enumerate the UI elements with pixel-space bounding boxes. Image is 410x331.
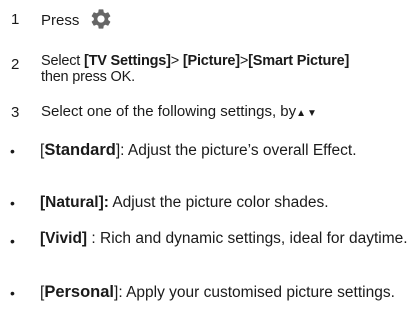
- option-desc: : Adjust the picture’s overall Effect.: [120, 142, 357, 159]
- bullet-marker: •: [10, 233, 15, 249]
- step-number: 2: [11, 56, 20, 73]
- step-number: 3: [11, 104, 20, 121]
- press-label: Press: [41, 12, 80, 29]
- bullet-marker: •: [10, 195, 15, 211]
- step-text: Select [TV Settings]> [Picture]>[Smart P…: [41, 53, 350, 85]
- option-text: [Vivid] : Rich and dynamic settings, ide…: [40, 229, 408, 248]
- menu-smart-picture: [Smart Picture]: [248, 53, 350, 69]
- option-term: [Vivid]: [40, 230, 88, 247]
- bullet-marker: •: [10, 143, 15, 159]
- option-desc: Adjust the picture color shades.: [108, 194, 329, 211]
- gear-icon: [92, 9, 111, 29]
- step-number: 1: [11, 11, 20, 28]
- option-text: [Standard]: Adjust the picture’s overall…: [40, 141, 357, 159]
- option-desc: : Rich and dynamic settings, ideal for d…: [87, 230, 408, 247]
- option-term: Personal: [44, 283, 115, 301]
- option-term: Standard: [44, 141, 116, 159]
- up-down-arrows-icon: ▲▼: [296, 108, 318, 119]
- option-text: [Personal]: Apply your customised pictur…: [40, 283, 395, 301]
- option-text: [Natural]: Adjust the picture color shad…: [40, 193, 408, 212]
- bullet-marker: •: [10, 285, 15, 301]
- step-text: Press: [41, 9, 408, 31]
- menu-picture: [Picture]: [182, 53, 240, 69]
- option-desc: : Apply your customised picture settings…: [118, 284, 395, 301]
- step-text: Select one of the following settings, by…: [41, 103, 318, 120]
- menu-tv-settings: [TV Settings]: [83, 53, 171, 69]
- option-term: [Natural]:: [40, 194, 109, 211]
